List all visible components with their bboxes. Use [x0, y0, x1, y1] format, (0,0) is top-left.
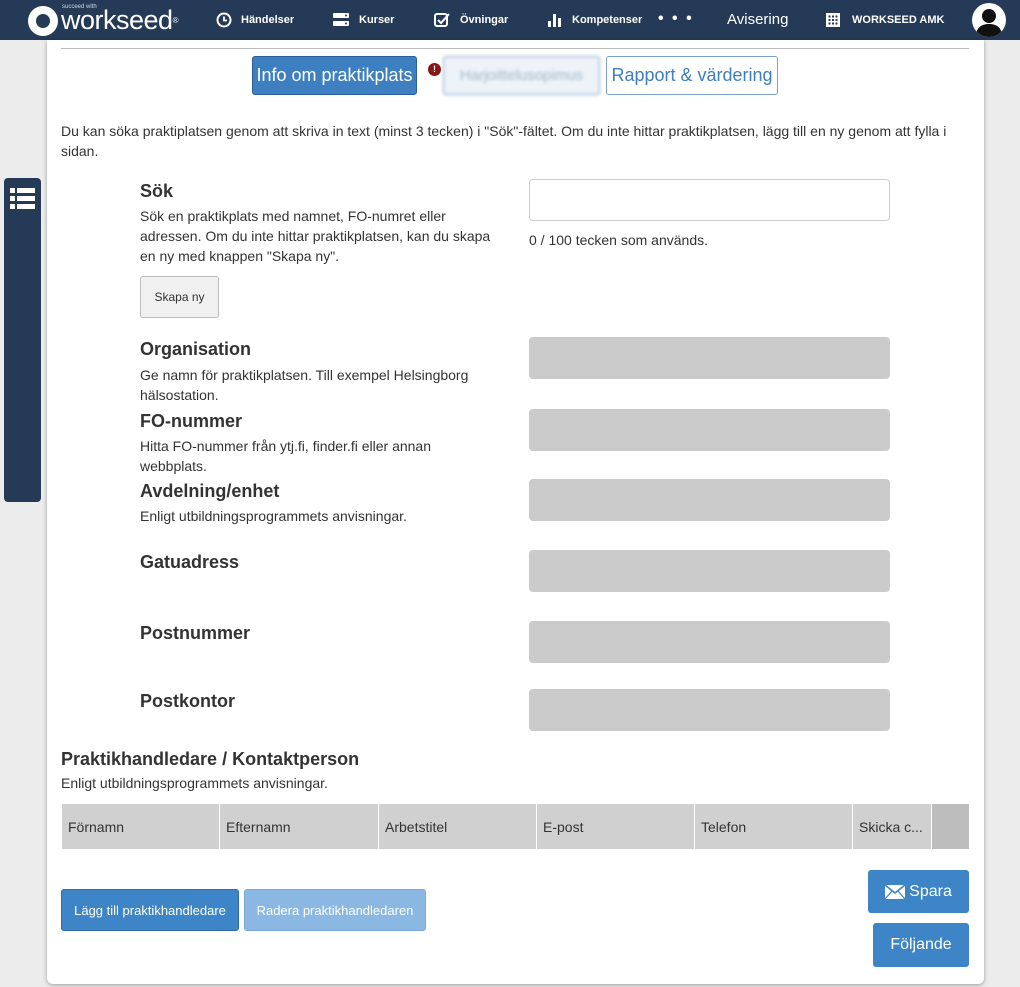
contacts-table-header: Förnamn Efternamn Arbetstitel E-post Tel… [62, 804, 969, 849]
organisation-field[interactable] [529, 337, 890, 379]
column-header-fornamn[interactable]: Förnamn [62, 804, 220, 849]
clock-icon [216, 12, 232, 28]
user-avatar[interactable] [972, 3, 1006, 37]
organisation-label: Organisation [140, 339, 252, 359]
department-description: Enligt utbildningsprogrammets anvisninga… [140, 508, 407, 524]
postal-code-field[interactable] [529, 621, 890, 663]
logo-mark-icon [28, 6, 58, 36]
envelope-icon [885, 884, 906, 899]
nav-item-handelser[interactable]: Händelser [216, 0, 294, 40]
column-header-efternamn[interactable]: Efternamn [220, 804, 379, 849]
search-label: Sök [140, 181, 174, 201]
avisering-link[interactable]: Avisering [727, 11, 788, 28]
logo-wordmark: workseed® [61, 5, 179, 35]
nav-item-ovningar[interactable]: Övningar [434, 0, 508, 40]
search-description: Sök en praktikplats med namnet, FO-numre… [140, 208, 491, 264]
organization-name: WORKSEED AMK [852, 14, 945, 26]
contacts-section-title: Praktikhandledare / Kontaktperson [61, 749, 360, 769]
department-field[interactable] [529, 479, 890, 521]
divider [61, 48, 969, 49]
post-office-label: Postkontor [140, 691, 236, 711]
main-content-card: Info om praktikplats ! Harjoittelusopimu… [47, 40, 984, 984]
nav-item-label: Övningar [460, 14, 509, 26]
nav-item-label: Kurser [359, 14, 395, 26]
organisation-description: Ge namn för praktikplatsen. Till exempel… [140, 367, 469, 403]
top-navigation-bar: succeed with workseed® Händelser Kurser … [0, 0, 1020, 40]
fo-number-label: FO-nummer [140, 411, 243, 431]
department-label: Avdelning/enhet [140, 481, 280, 501]
post-office-field[interactable] [529, 689, 890, 731]
column-header-epost[interactable]: E-post [537, 804, 695, 849]
more-menu-button[interactable]: • • • [658, 10, 694, 28]
tab-rapport-vardering[interactable]: Rapport & värdering [606, 56, 778, 95]
search-input[interactable] [529, 179, 890, 221]
checkbox-icon [434, 13, 450, 27]
nav-item-kompetenser[interactable]: Kompetenser [547, 0, 642, 40]
save-button-label: Spara [909, 882, 952, 900]
side-panel-toggle[interactable] [4, 178, 41, 502]
tab-info-om-praktikplats[interactable]: Info om praktikplats [252, 56, 417, 95]
fo-number-field[interactable] [529, 409, 890, 451]
street-address-label: Gatuadress [140, 552, 240, 572]
add-supervisor-button[interactable]: Lägg till praktikhandledare [61, 889, 239, 931]
user-silhouette-icon [976, 9, 1002, 37]
column-header-arbetstitel[interactable]: Arbetstitel [379, 804, 537, 849]
fo-number-description: Hitta FO-nummer från ytj.fi, finder.fi e… [140, 438, 431, 474]
list-icon [10, 188, 35, 209]
workseed-logo[interactable]: succeed with workseed® [28, 4, 179, 36]
intro-text: Du kan söka praktiplatsen genom att skri… [61, 123, 947, 159]
contacts-section-description: Enligt utbildningsprogrammets anvisninga… [61, 775, 328, 791]
character-counter: 0 / 100 tecken som används. [529, 232, 708, 248]
table-scroll-header [932, 804, 969, 849]
save-button[interactable]: Spara [868, 870, 969, 913]
next-button[interactable]: Följande [873, 923, 969, 967]
column-header-skicka[interactable]: Skicka c... [853, 804, 932, 849]
nav-item-label: Kompetenser [572, 14, 643, 26]
delete-supervisor-button[interactable]: Radera praktikhandledaren [244, 889, 426, 931]
organization-selector[interactable]: WORKSEED AMK [826, 0, 944, 40]
street-address-field[interactable] [529, 550, 890, 592]
building-icon [826, 13, 840, 27]
nav-item-label: Händelser [241, 14, 295, 26]
column-header-telefon[interactable]: Telefon [695, 804, 853, 849]
nav-item-kurser[interactable]: Kurser [332, 0, 394, 40]
bar-chart-icon [548, 14, 561, 27]
warning-icon: ! [428, 63, 441, 76]
server-icon [333, 13, 349, 26]
postal-code-label: Postnummer [140, 623, 251, 643]
tab-agreement[interactable]: Harjoittelusopimus [443, 56, 600, 95]
create-new-button[interactable]: Skapa ny [140, 276, 219, 318]
